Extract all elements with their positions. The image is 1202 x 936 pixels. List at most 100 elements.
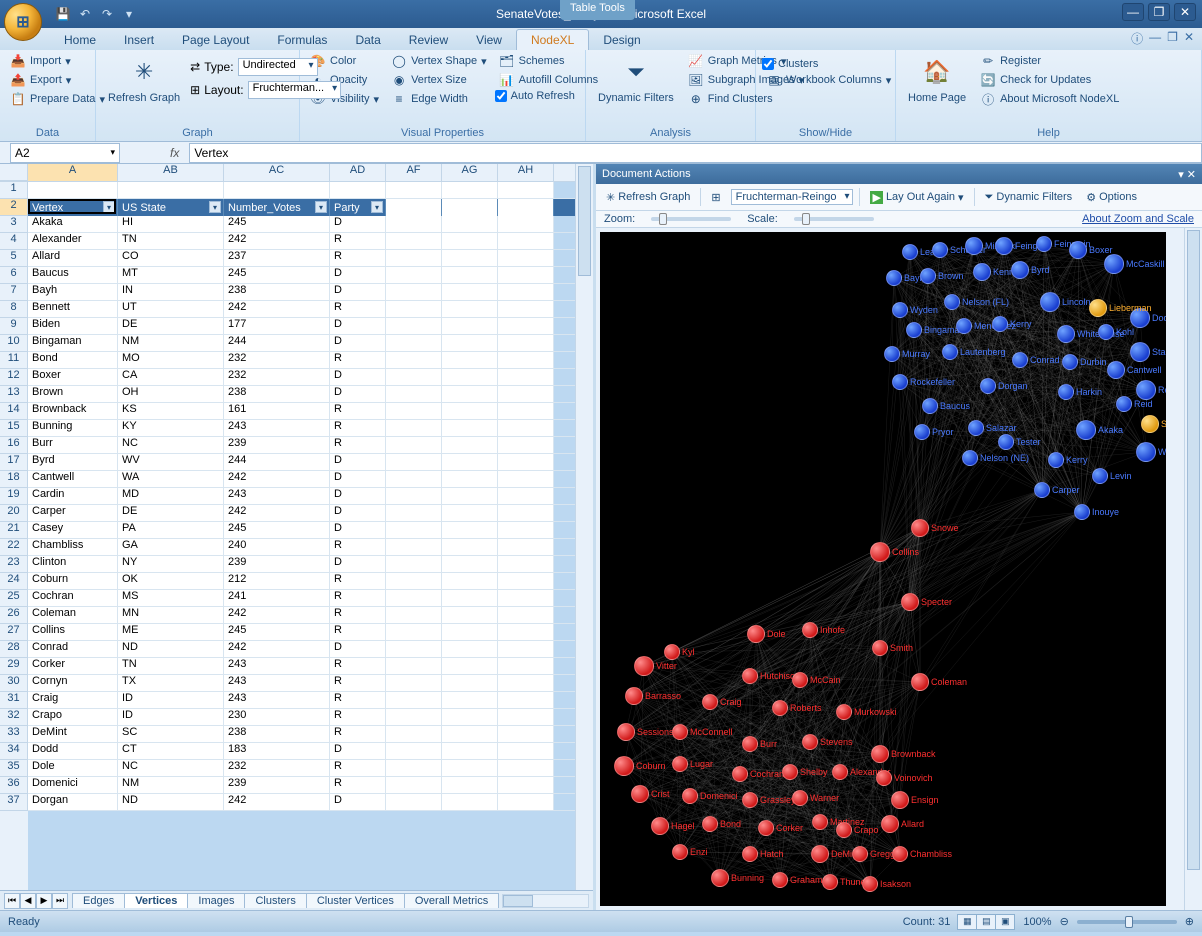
graph-node[interactable] [1048,452,1064,468]
table-row[interactable]: CantwellWA242D [28,471,575,488]
table-header[interactable]: US State▾ [118,199,224,216]
graph-node[interactable] [1104,254,1124,274]
graph-node[interactable] [965,237,983,255]
graph-node[interactable] [944,294,960,310]
table-row[interactable]: BrownbackKS161R [28,403,575,420]
graph-node[interactable] [617,723,635,741]
vertical-scrollbar[interactable] [575,164,593,890]
graph-node[interactable] [886,270,902,286]
graph-node[interactable] [1074,504,1090,520]
graph-node[interactable] [802,734,818,750]
sheet-tab[interactable]: Overall Metrics [404,893,499,908]
sheet-nav-first[interactable]: ⏮ [4,893,20,909]
tab-page-layout[interactable]: Page Layout [168,30,263,50]
graph-node[interactable] [742,846,758,862]
pane-refresh-graph[interactable]: ✳Refresh Graph [602,190,694,205]
sheet-nav-prev[interactable]: ◀ [20,893,36,909]
graph-node[interactable] [901,593,919,611]
graph-node[interactable] [812,814,828,830]
graph-node[interactable] [892,846,908,862]
graph-node[interactable] [932,242,948,258]
graph-node[interactable] [702,816,718,832]
graph-node[interactable] [651,817,669,835]
graph-node[interactable] [876,770,892,786]
close-workbook-icon[interactable]: ✕ [1184,30,1194,47]
table-row[interactable]: BennettUT242R [28,301,575,318]
graph-node[interactable] [962,450,978,466]
graph-node[interactable] [742,736,758,752]
minimize-button[interactable]: — [1122,3,1144,21]
graph-node[interactable] [870,542,890,562]
table-row[interactable]: CaseyPA245D [28,522,575,539]
table-row[interactable]: BayhIN238D [28,284,575,301]
graph-node[interactable] [998,434,1014,450]
col-AB[interactable]: AB [118,164,224,181]
vertex-shape-button[interactable]: ◯Vertex Shape ▾ [387,52,491,70]
graph-node[interactable] [836,704,852,720]
graph-node[interactable] [702,694,718,710]
table-row[interactable]: ChamblissGA240R [28,539,575,556]
zoom-slider[interactable] [651,217,731,221]
graph-node[interactable] [1130,342,1150,362]
view-page-break[interactable]: ▣ [995,914,1015,930]
graph-node[interactable] [872,640,888,656]
sheet-tab[interactable]: Edges [72,893,125,908]
close-button[interactable]: ✕ [1174,3,1196,21]
graph-node[interactable] [911,673,929,691]
col-AG[interactable]: AG [442,164,498,181]
layout-select[interactable]: Fruchterman... [248,81,342,99]
table-row[interactable]: BaucusMT245D [28,267,575,284]
graph-node[interactable] [995,237,1013,255]
edge-width-button[interactable]: ≡Edge Width [387,90,491,108]
register-button[interactable]: ✏Register [976,52,1123,70]
export-button[interactable]: 📤Export ▾ [6,71,109,89]
prepare-data-button[interactable]: 📋Prepare Data ▾ [6,90,109,108]
pane-layout-again[interactable]: ▶Lay Out Again ▾ [866,190,967,205]
pane-layout-select[interactable]: Fruchterman-Reingo [731,189,854,205]
graph-node[interactable] [792,672,808,688]
col-AC[interactable]: AC [224,164,330,181]
horizontal-scrollbar[interactable] [502,894,589,908]
graph-node[interactable] [672,724,688,740]
table-row[interactable]: BidenDE177D [28,318,575,335]
graph-node[interactable] [732,766,748,782]
redo-icon[interactable]: ↷ [98,5,116,23]
table-row[interactable]: DoleNC232R [28,760,575,777]
graph-node[interactable] [1098,324,1114,340]
graph-node[interactable] [836,822,852,838]
fx-icon[interactable]: fx [160,146,189,160]
check-updates-button[interactable]: 🔄Check for Updates [976,71,1123,89]
import-button[interactable]: 📥Import ▾ [6,52,109,70]
graph-node[interactable] [822,874,838,890]
graph-node[interactable] [1036,236,1052,252]
graph-node[interactable] [758,820,774,836]
graph-node[interactable] [747,625,765,643]
graph-node[interactable] [911,519,929,537]
graph-node[interactable] [1107,361,1125,379]
table-row[interactable]: DomeniciNM239R [28,777,575,794]
col-AD[interactable]: AD [330,164,386,181]
graph-node[interactable] [672,756,688,772]
select-all-corner[interactable] [0,164,28,181]
graph-node[interactable] [884,346,900,362]
col-AF[interactable]: AF [386,164,442,181]
help-icon[interactable]: ⓘ [1131,30,1143,47]
table-row[interactable]: DoddCT183D [28,743,575,760]
tab-review[interactable]: Review [395,30,462,50]
filter-dropdown-icon[interactable]: ▾ [209,201,221,213]
table-row[interactable]: CorkerTN243R [28,658,575,675]
zoom-in-button[interactable]: ⊕ [1185,915,1194,928]
tab-insert[interactable]: Insert [110,30,168,50]
graph-node[interactable] [614,756,634,776]
dynamic-filters-button[interactable]: ⏷Dynamic Filters [592,52,680,125]
graph-node[interactable] [1058,384,1074,400]
sheet-tab[interactable]: Vertices [124,893,188,908]
graph-node[interactable] [980,378,996,394]
pane-layout-icon-btn[interactable]: ⊞ [707,190,724,205]
table-row[interactable]: DeMintSC238R [28,726,575,743]
name-box[interactable]: A2▾ [10,143,120,163]
graph-node[interactable] [1069,241,1087,259]
table-row[interactable]: AlexanderTN242R [28,233,575,250]
office-button[interactable]: ⊞ [4,3,42,41]
graph-node[interactable] [852,846,868,862]
